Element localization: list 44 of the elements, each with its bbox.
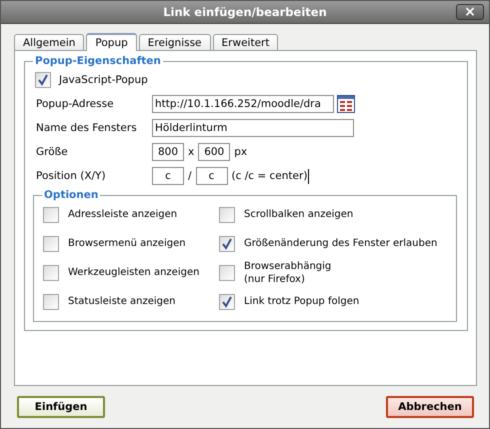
checkbox-label: Größenänderung des Fenster erlauben	[244, 237, 438, 250]
checkbox[interactable]	[43, 294, 59, 310]
checkbox-label: Browsermenü anzeigen	[68, 237, 186, 250]
checkbox[interactable]	[219, 206, 235, 222]
checkbox-label: Browserabhängig (nur Firefox)	[244, 260, 332, 286]
separator-text: /	[188, 170, 192, 182]
unit-text: px	[234, 146, 248, 158]
tab[interactable]: Allgemein	[14, 34, 84, 50]
group-legend: Optionen	[42, 189, 100, 201]
height-field[interactable]: 600	[198, 143, 230, 161]
dialog-button[interactable]: Einfügen	[17, 396, 105, 418]
checkbox-label: Statusleiste anzeigen	[68, 295, 176, 308]
tab[interactable]: Erweitert	[212, 34, 278, 50]
checkbox[interactable]	[219, 264, 235, 280]
window-title: Link einfügen/bearbeiten	[163, 5, 327, 19]
checkbox-label: JavaScript-Popup	[59, 74, 148, 86]
tab[interactable]: Ereignisse	[138, 34, 211, 50]
close-button[interactable]: ×	[456, 4, 484, 20]
window-name-field[interactable]: Hölderlinturm	[152, 119, 354, 137]
width-field[interactable]: 800	[152, 143, 184, 161]
checkbox-label: Scrollbalken anzeigen	[244, 208, 354, 221]
checkbox-label: Werkzeugleisten anzeigen	[68, 266, 200, 279]
checkbox[interactable]	[35, 72, 51, 88]
checkbox[interactable]	[219, 294, 235, 310]
browse-icon[interactable]	[337, 95, 355, 113]
text-cursor	[308, 168, 310, 184]
field-label: Name des Fensters	[35, 122, 138, 134]
field-label: Popup-Adresse	[35, 98, 115, 110]
checkbox[interactable]	[43, 206, 59, 222]
separator-text: x	[188, 146, 194, 158]
hint-text: (c /c = center)	[232, 170, 308, 182]
checkbox[interactable]	[219, 236, 235, 252]
y-field[interactable]: c	[196, 167, 228, 185]
checkbox-label: Adressleiste anzeigen	[68, 208, 178, 221]
address-field[interactable]: http://10.1.166.252/moodle/dra	[152, 95, 334, 113]
checkbox[interactable]	[43, 264, 59, 280]
tab[interactable]: Popup	[86, 33, 137, 51]
field-label: Position (X/Y)	[35, 170, 107, 182]
checkbox[interactable]	[43, 236, 59, 252]
field-label: Größe	[35, 146, 69, 158]
group-legend: Popup-Eigenschaften	[33, 55, 163, 67]
dialog-button[interactable]: Abbrechen	[386, 396, 474, 418]
checkbox-label: Link trotz Popup folgen	[244, 295, 360, 308]
x-field[interactable]: c	[152, 167, 184, 185]
